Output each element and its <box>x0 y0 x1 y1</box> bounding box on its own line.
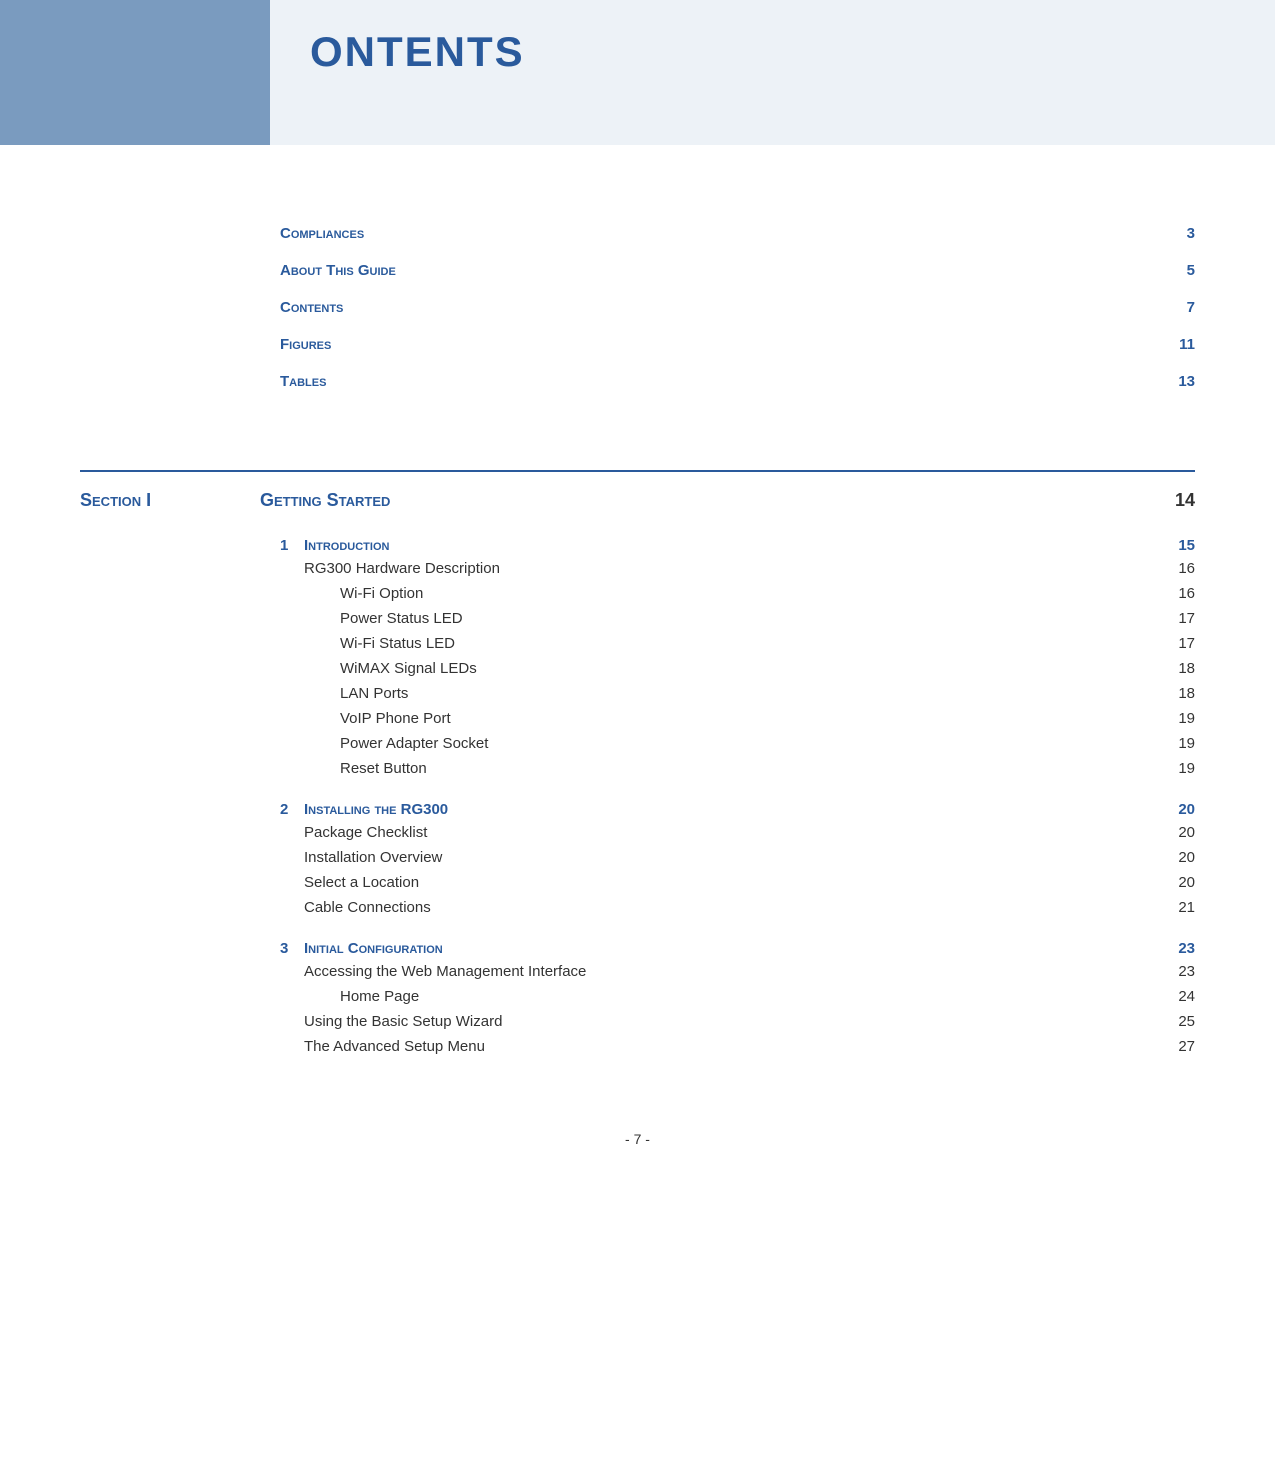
chapter-page: 15 <box>1165 537 1195 554</box>
page-header: ONTENTS <box>0 0 1275 145</box>
header-right-area: ONTENTS <box>270 0 1275 145</box>
sub2-title: Wi-Fi Status LED <box>340 635 1165 652</box>
sub2-title: Home Page <box>340 988 1165 1005</box>
sub1-page: 25 <box>1165 1013 1195 1030</box>
section-title: Getting Started <box>260 490 1155 511</box>
sub1-page: 20 <box>1165 849 1195 866</box>
toc-entry: Tables 13 <box>280 363 1195 400</box>
toc-top-section: Compliances 3 About This Guide 5 Content… <box>0 215 1275 400</box>
sub2-page: 16 <box>1165 585 1195 602</box>
chapter-title: Initial Configuration <box>304 940 1165 957</box>
toc-entry-page: 13 <box>1165 373 1195 390</box>
title-text: ONTENTS <box>310 28 525 75</box>
page-title: ONTENTS <box>310 28 525 76</box>
sub2-entry: Power Adapter Socket 19 <box>280 731 1195 756</box>
header-left-bar <box>0 0 270 145</box>
page-footer: - 7 - <box>0 1111 1275 1167</box>
toc-entry: Figures 11 <box>280 326 1195 363</box>
sub2-page: 17 <box>1165 610 1195 627</box>
sub1-title: Select a Location <box>304 874 1165 891</box>
sub1-page: 16 <box>1165 560 1195 577</box>
sub2-title: Power Status LED <box>340 610 1165 627</box>
sub1-entry: Using the Basic Setup Wizard 25 <box>280 1009 1195 1034</box>
chapter-page: 20 <box>1165 801 1195 818</box>
sub1-title: Installation Overview <box>304 849 1165 866</box>
sub1-title: Package Checklist <box>304 824 1165 841</box>
sub1-entry: The Advanced Setup Menu 27 <box>280 1034 1195 1059</box>
sub2-title: VoIP Phone Port <box>340 710 1165 727</box>
toc-entry-page: 11 <box>1165 336 1195 353</box>
toc-entry: About This Guide 5 <box>280 252 1195 289</box>
sub2-entry: Power Status LED 17 <box>280 606 1195 631</box>
sub2-entry: LAN Ports 18 <box>280 681 1195 706</box>
sub1-entry: RG300 Hardware Description 16 <box>280 556 1195 581</box>
sub1-title: Cable Connections <box>304 899 1165 916</box>
sub2-entry: VoIP Phone Port 19 <box>280 706 1195 731</box>
toc-entry-title: Compliances <box>280 225 364 242</box>
sub1-page: 20 <box>1165 824 1195 841</box>
sub2-entry: Home Page 24 <box>280 984 1195 1009</box>
section-label: Section I <box>80 490 260 511</box>
chapter-num: 1 <box>280 537 304 554</box>
sub1-entry: Select a Location 20 <box>280 870 1195 895</box>
section-row: Section I Getting Started 14 <box>0 472 1275 529</box>
toc-dots <box>372 237 1157 238</box>
sub1-title: Using the Basic Setup Wizard <box>304 1013 1165 1030</box>
toc-entry-page: 3 <box>1165 225 1195 242</box>
sub2-page: 18 <box>1165 685 1195 702</box>
sub2-page: 19 <box>1165 735 1195 752</box>
toc-entry: Contents 7 <box>280 289 1195 326</box>
chapter-num: 3 <box>280 940 304 957</box>
sub2-title: Reset Button <box>340 760 1165 777</box>
sub1-title: The Advanced Setup Menu <box>304 1038 1165 1055</box>
sub1-page: 27 <box>1165 1038 1195 1055</box>
sub2-title: LAN Ports <box>340 685 1165 702</box>
toc-dots <box>339 348 1157 349</box>
toc-entry-title: Tables <box>280 373 326 390</box>
sub1-page: 20 <box>1165 874 1195 891</box>
chapter-num: 2 <box>280 801 304 818</box>
chapter-entry: 3 Initial Configuration 23 <box>280 932 1195 959</box>
toc-dots <box>334 385 1157 386</box>
toc-dots <box>351 311 1157 312</box>
sub1-entry: Cable Connections 21 <box>280 895 1195 920</box>
sub2-page: 18 <box>1165 660 1195 677</box>
toc-entry-title: Contents <box>280 299 343 316</box>
chapter-title: Installing the RG300 <box>304 801 1165 818</box>
sub1-title: Accessing the Web Management Interface <box>304 963 1165 980</box>
toc-entry-page: 5 <box>1165 262 1195 279</box>
toc-dots <box>404 274 1157 275</box>
sub2-page: 19 <box>1165 710 1195 727</box>
chapter-block: 1 Introduction 15 RG300 Hardware Descrip… <box>0 529 1275 1071</box>
sub1-title: RG300 Hardware Description <box>304 560 1165 577</box>
sub1-entry: Installation Overview 20 <box>280 845 1195 870</box>
chapter-title: Introduction <box>304 537 1165 554</box>
sections-container: Section I Getting Started 14 1 Introduct… <box>0 472 1275 1071</box>
sub1-page: 23 <box>1165 963 1195 980</box>
sub1-entry: Package Checklist 20 <box>280 820 1195 845</box>
toc-entry: Compliances 3 <box>280 215 1195 252</box>
sub1-page: 21 <box>1165 899 1195 916</box>
toc-entry-title: Figures <box>280 336 331 353</box>
sub2-title: Wi-Fi Option <box>340 585 1165 602</box>
chapter-page: 23 <box>1165 940 1195 957</box>
sub2-title: WiMAX Signal LEDs <box>340 660 1165 677</box>
sub2-entry: WiMAX Signal LEDs 18 <box>280 656 1195 681</box>
sub1-entry: Accessing the Web Management Interface 2… <box>280 959 1195 984</box>
page-number: - 7 - <box>625 1131 650 1147</box>
toc-entry-title: About This Guide <box>280 262 396 279</box>
sub2-title: Power Adapter Socket <box>340 735 1165 752</box>
toc-entry-page: 7 <box>1165 299 1195 316</box>
sub2-entry: Reset Button 19 <box>280 756 1195 781</box>
chapter-entry: 2 Installing the RG300 20 <box>280 793 1195 820</box>
sub2-page: 24 <box>1165 988 1195 1005</box>
chapter-entry: 1 Introduction 15 <box>280 529 1195 556</box>
sub2-entry: Wi-Fi Option 16 <box>280 581 1195 606</box>
sub2-page: 19 <box>1165 760 1195 777</box>
section-page: 14 <box>1155 490 1195 511</box>
sub2-page: 17 <box>1165 635 1195 652</box>
sub2-entry: Wi-Fi Status LED 17 <box>280 631 1195 656</box>
main-content: Compliances 3 About This Guide 5 Content… <box>0 145 1275 1111</box>
